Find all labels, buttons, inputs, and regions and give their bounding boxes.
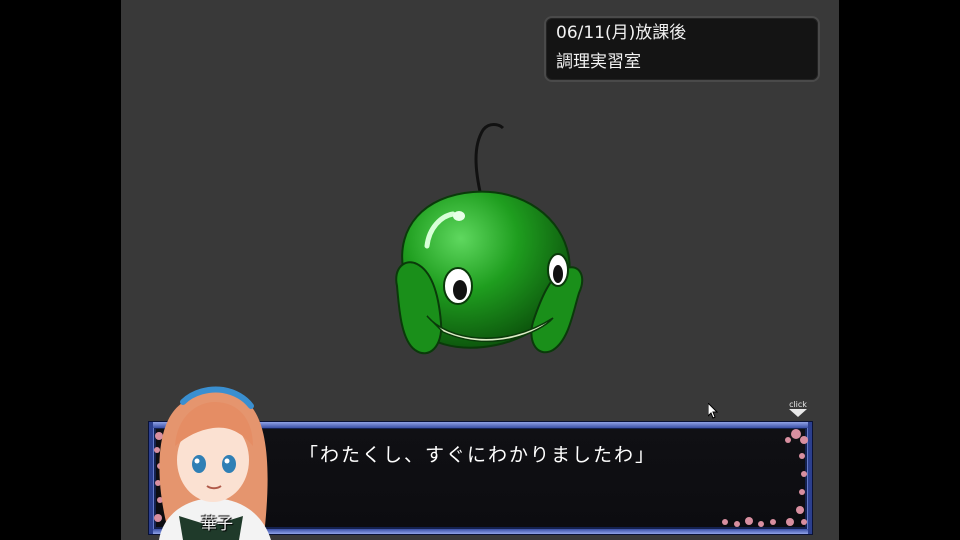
game-stage[interactable]: 06/11(月)放課後 調理実習室 click 「わたくし、すぐにわかりましたわ… (121, 0, 839, 540)
floral-ornament-bottom (722, 517, 776, 527)
cursor-arrow-icon (708, 403, 718, 419)
click-advance-arrow-icon[interactable] (789, 409, 807, 417)
click-label: click (789, 400, 807, 409)
location-text: 調理実習室 (556, 52, 641, 72)
speaker-name: 華子 (201, 514, 234, 533)
green-creature-sprite (395, 123, 584, 355)
date-location-box: 06/11(月)放課後 調理実習室 (544, 16, 820, 82)
dialogue-text: 「わたくし、すぐにわかりましたわ」 (299, 444, 657, 466)
date-text: 06/11(月)放課後 (556, 23, 687, 43)
